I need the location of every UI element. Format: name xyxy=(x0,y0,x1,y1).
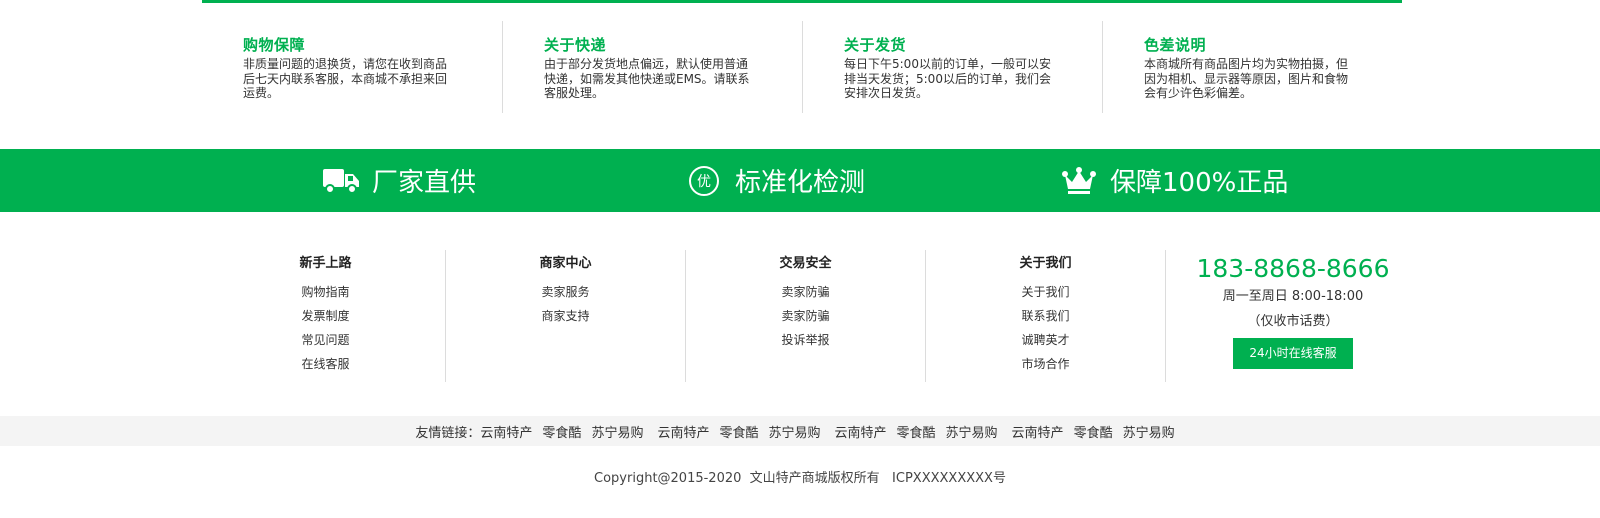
footer-link[interactable]: 在线客服 xyxy=(206,352,445,376)
banner-label: 保障100%正品 xyxy=(1110,168,1289,198)
footer-link[interactable]: 关于我们 xyxy=(926,280,1165,304)
hotline-phone: 183-8868-8666 xyxy=(1196,254,1390,283)
footer-link[interactable]: 常见问题 xyxy=(206,328,445,352)
footer-link[interactable]: 市场合作 xyxy=(926,352,1165,376)
footer-link[interactable]: 投诉举报 xyxy=(686,328,925,352)
footer-link[interactable]: 发票制度 xyxy=(206,304,445,328)
friend-link[interactable]: 零食酷 xyxy=(542,422,581,441)
charge-note: （仅收市话费） xyxy=(1247,314,1339,329)
guarantee-text: 本商城所有商品图片均为实物拍摄，但因为相机、显示器等原因，图片和食物会有少许色彩… xyxy=(1144,57,1349,100)
contact-block: 183-8868-8666 周一至周日 8:00-18:00 （仅收市话费） 2… xyxy=(1178,250,1408,369)
footer-col-about: 关于我们 关于我们 联系我们 诚聘英才 市场合作 xyxy=(926,250,1166,382)
guarantee-text: 非质量问题的退换货，请您在收到商品后七天内联系客服，本商城不承担来回运费。 xyxy=(243,57,448,100)
top-accent-line xyxy=(202,0,1402,3)
footer-link[interactable]: 购物指南 xyxy=(206,280,445,304)
friend-link[interactable]: 云南特产 xyxy=(657,422,709,441)
footer-col-newbie: 新手上路 购物指南 发票制度 常见问题 在线客服 xyxy=(206,250,446,382)
friend-link[interactable]: 云南特产 xyxy=(1012,422,1064,441)
copyright-text: Copyright@2015-2020 文山特产商城版权所有 ICPXXXXXX… xyxy=(594,471,1006,486)
friend-link[interactable]: 苏宁易购 xyxy=(768,422,820,441)
friend-links-label: 友情链接： xyxy=(415,425,481,441)
crown-icon xyxy=(1060,164,1098,198)
svg-text:优: 优 xyxy=(697,174,711,190)
guarantee-text: 每日下午5:00以前的订单，一般可以安排当天发货；5:00以后的订单，我们会安排… xyxy=(844,57,1051,100)
banner-item-standard-test: 优 标准化检测 xyxy=(685,149,865,212)
footer-link[interactable]: 商家支持 xyxy=(446,304,685,328)
footer-col-title: 商家中心 xyxy=(539,256,592,271)
footer-col-security: 交易安全 卖家防骗 卖家防骗 投诉举报 xyxy=(686,250,926,382)
friend-link[interactable]: 苏宁易购 xyxy=(591,422,643,441)
guarantee-express: 关于快递 由于部分发货地点偏远，默认使用普通快递，如需发其他快递或EMS。请联系… xyxy=(502,21,802,113)
friend-link[interactable]: 零食酷 xyxy=(719,422,758,441)
friend-link[interactable]: 云南特产 xyxy=(835,422,887,441)
footer-link[interactable]: 卖家服务 xyxy=(446,280,685,304)
guarantee-title: 购物保障 xyxy=(243,36,306,54)
footer-col-title: 交易安全 xyxy=(779,256,832,271)
banner-item-factory-direct: 厂家直供 xyxy=(322,149,476,212)
truck-icon xyxy=(322,164,360,198)
footer-col-title: 关于我们 xyxy=(1019,256,1072,271)
banner-item-genuine: 保障100%正品 xyxy=(1060,149,1288,212)
guarantee-color-note: 色差说明 本商城所有商品图片均为实物拍摄，但因为相机、显示器等原因，图片和食物会… xyxy=(1102,21,1402,113)
guarantee-title: 色差说明 xyxy=(1144,36,1207,54)
friend-link[interactable]: 苏宁易购 xyxy=(1123,422,1175,441)
quality-badge-icon: 优 xyxy=(685,164,723,198)
guarantee-title: 关于发货 xyxy=(844,36,907,54)
banner-label: 标准化检测 xyxy=(735,168,866,198)
friend-link[interactable]: 零食酷 xyxy=(897,422,936,441)
online-service-button[interactable]: 24小时在线客服 xyxy=(1233,338,1353,369)
guarantee-shipping: 关于发货 每日下午5:00以前的订单，一般可以安排当天发货；5:00以后的订单，… xyxy=(802,21,1102,113)
guarantees-section: 购物保障 非质量问题的退换货，请您在收到商品后七天内联系客服，本商城不承担来回运… xyxy=(202,21,1402,113)
guarantee-title: 关于快递 xyxy=(544,36,607,54)
footer-link[interactable]: 卖家防骗 xyxy=(686,280,925,304)
footer-col-title: 新手上路 xyxy=(299,256,352,271)
friend-links-bar: 友情链接： 云南特产 零食酷 苏宁易购 云南特产 零食酷 苏宁易购 云南特产 零… xyxy=(0,416,1600,446)
service-hours: 周一至周日 8:00-18:00 xyxy=(1222,289,1364,304)
friend-link[interactable]: 苏宁易购 xyxy=(946,422,998,441)
guarantee-text: 由于部分发货地点偏远，默认使用普通快递，如需发其他快递或EMS。请联系客服处理。 xyxy=(544,57,750,100)
footer-col-merchant: 商家中心 卖家服务 商家支持 xyxy=(446,250,686,382)
promise-banner: 厂家直供 优 标准化检测 保障100%正品 xyxy=(0,149,1600,212)
banner-label: 厂家直供 xyxy=(372,168,477,198)
guarantee-shopping: 购物保障 非质量问题的退换货，请您在收到商品后七天内联系客服，本商城不承担来回运… xyxy=(202,21,502,113)
footer-link[interactable]: 诚聘英才 xyxy=(926,328,1165,352)
friend-link[interactable]: 零食酷 xyxy=(1074,422,1113,441)
footer-link[interactable]: 卖家防骗 xyxy=(686,304,925,328)
footer-link[interactable]: 联系我们 xyxy=(926,304,1165,328)
friend-link[interactable]: 云南特产 xyxy=(480,422,532,441)
